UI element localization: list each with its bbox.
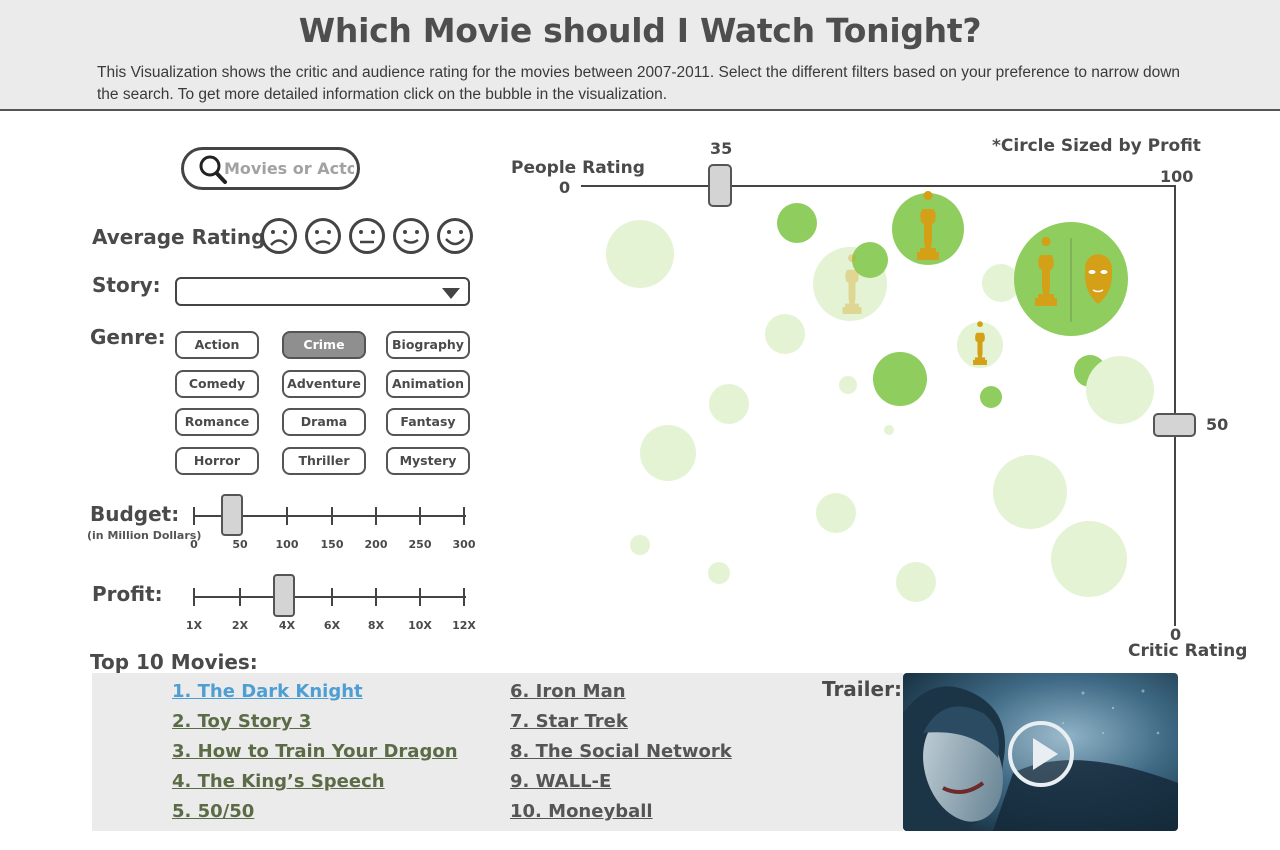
movie-bubble[interactable] — [980, 386, 1002, 408]
movie-bubble[interactable] — [1086, 356, 1154, 424]
movie-bubble[interactable] — [884, 425, 894, 435]
movie-bubble[interactable] — [709, 384, 749, 424]
movie-bubble[interactable] — [640, 425, 696, 481]
movie-bubble[interactable] — [777, 203, 817, 243]
critic-rating-slider-handle[interactable] — [1153, 413, 1196, 437]
movie-bubble[interactable] — [816, 493, 856, 533]
people-rating-slider-handle[interactable] — [708, 164, 732, 207]
movie-bubble[interactable] — [993, 455, 1067, 529]
movie-bubble[interactable] — [896, 562, 936, 602]
movie-bubble[interactable] — [630, 535, 650, 555]
movie-bubble[interactable] — [1051, 521, 1127, 597]
movie-bubble[interactable] — [708, 562, 730, 584]
movie-bubble[interactable] — [839, 376, 857, 394]
movie-bubble[interactable] — [606, 220, 674, 288]
movie-bubble[interactable] — [765, 314, 805, 354]
movie-bubble[interactable] — [873, 352, 927, 406]
bubble-chart — [581, 164, 1196, 626]
